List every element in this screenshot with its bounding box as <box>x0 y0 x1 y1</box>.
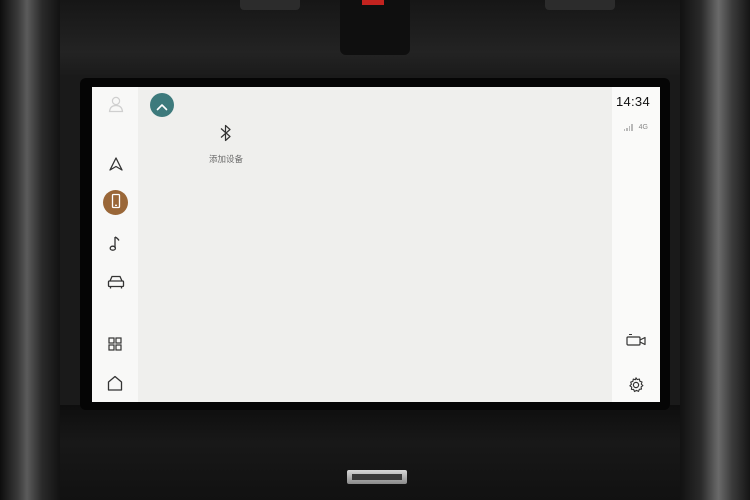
cellular-status: 4G <box>623 124 648 131</box>
add-device-label: 添加设备 <box>208 155 243 165</box>
bluetooth-icon <box>219 124 233 147</box>
signal-strength-icon <box>623 124 633 131</box>
hazard-switch-housing <box>340 0 410 55</box>
add-bluetooth-device-button[interactable]: 添加设备 <box>202 123 250 165</box>
phone-icon <box>109 193 123 213</box>
collapse-button[interactable] <box>150 93 174 117</box>
dashboard-right-trim <box>680 0 750 500</box>
music-note-icon[interactable] <box>106 233 126 253</box>
network-type-label: 4G <box>638 124 648 131</box>
clock: 14:34 <box>615 94 650 109</box>
left-nav-rail <box>92 87 138 402</box>
gear-icon[interactable] <box>626 375 646 395</box>
camera-icon[interactable] <box>625 330 647 350</box>
hazard-switch[interactable] <box>362 0 384 5</box>
dashboard-bottom-panel <box>60 405 680 500</box>
chevron-up-icon <box>156 96 168 115</box>
dashboard-left-trim <box>0 0 60 500</box>
infotainment-screen: 添加设备 14:34 4G <box>92 87 660 402</box>
apps-grid-icon[interactable] <box>106 335 124 353</box>
eject-button-slot <box>352 474 402 480</box>
air-vent <box>240 0 300 10</box>
air-vent <box>545 0 615 10</box>
home-icon[interactable] <box>105 373 125 393</box>
phone-nav-button[interactable] <box>103 190 128 215</box>
user-icon[interactable] <box>106 94 126 114</box>
right-status-rail: 14:34 4G <box>612 87 660 402</box>
navigation-arrow-icon[interactable] <box>107 155 125 173</box>
car-icon[interactable] <box>105 272 127 292</box>
